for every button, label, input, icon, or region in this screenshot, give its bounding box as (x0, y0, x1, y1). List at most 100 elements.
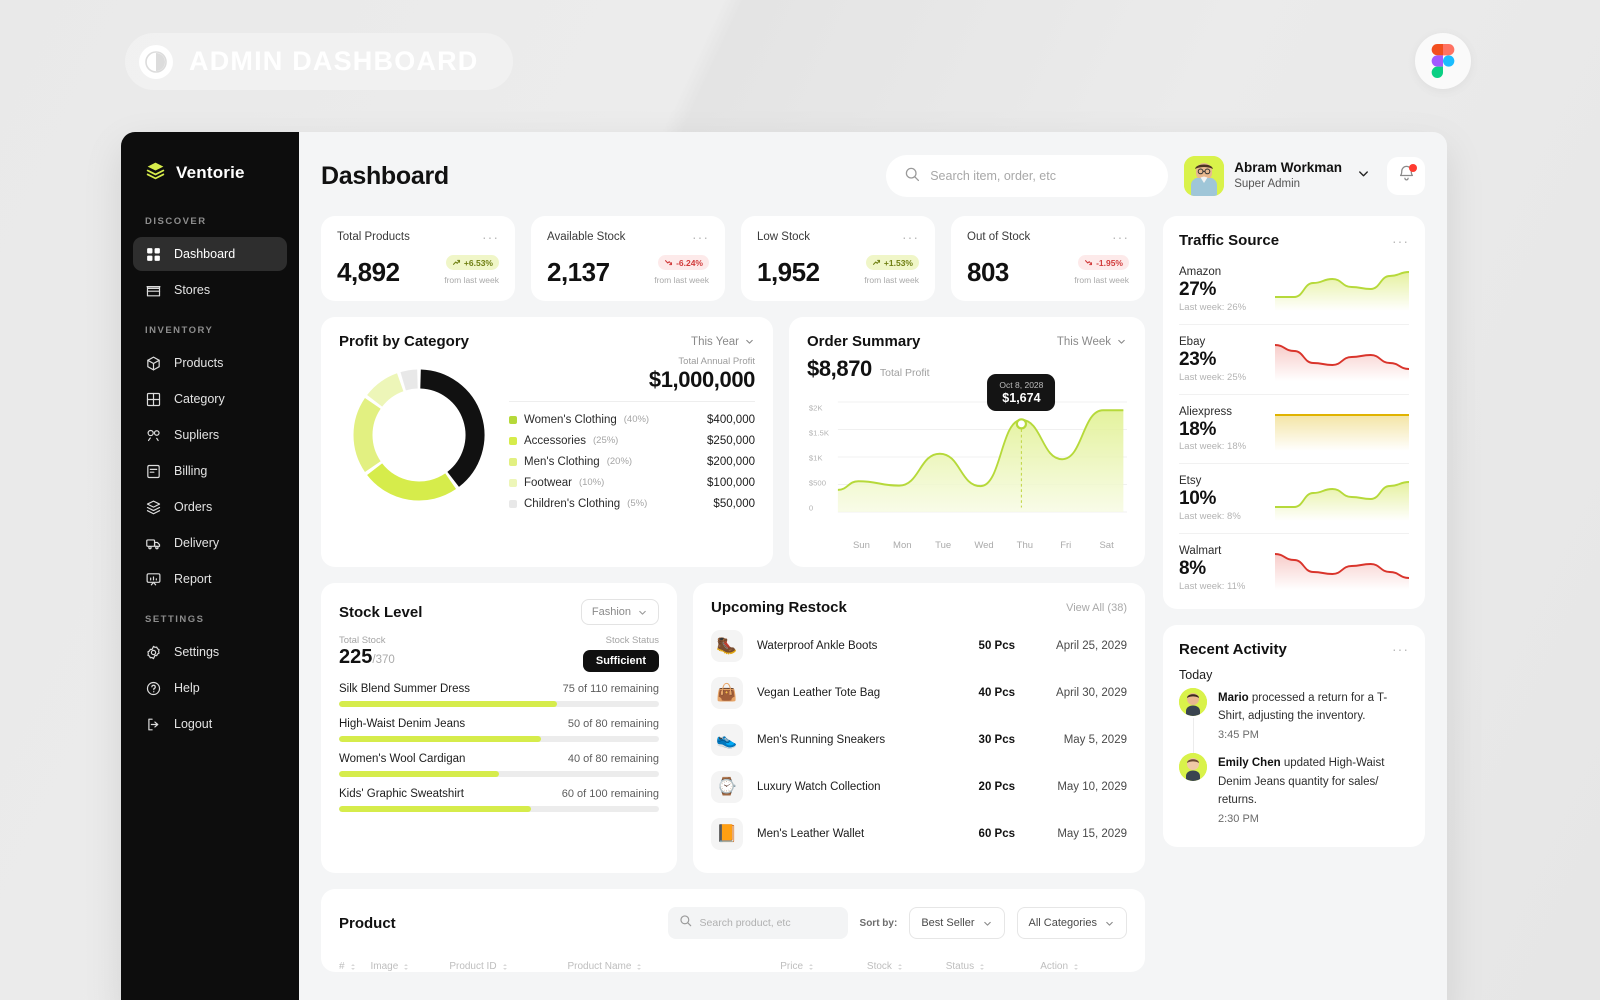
sidebar-item-label: Delivery (174, 536, 220, 550)
layers-icon (145, 499, 162, 516)
stat-more-button[interactable]: ··· (902, 230, 919, 244)
view-all-link[interactable]: View All (38) (1066, 602, 1127, 614)
sidebar-item-logout[interactable]: Logout (133, 707, 287, 741)
grid-icon (145, 246, 162, 263)
traffic-percent: 18% (1179, 418, 1217, 440)
total-stock-value: 225 (339, 646, 373, 668)
category-select[interactable]: All Categories (1016, 907, 1127, 939)
sidebar-item-settings[interactable]: Settings (133, 635, 287, 669)
search-icon (679, 914, 692, 932)
notifications-button[interactable] (1387, 157, 1425, 195)
chevron-down-icon[interactable] (1356, 166, 1371, 186)
list-item[interactable]: 👟 Men's Running Sneakers 30 Pcs May 5, 2029 (711, 716, 1127, 763)
search-input[interactable] (930, 169, 1151, 183)
order-range-selector[interactable]: This Week (1057, 336, 1127, 348)
sidebar-item-help[interactable]: Help (133, 671, 287, 705)
product-card: Product Sort by: Best Seller (321, 889, 1145, 972)
stock-category-filter[interactable]: Fashion (580, 599, 659, 625)
main-content: Dashboard Search item, order, etc Abram … (299, 132, 1447, 1000)
restock-date: April 25, 2029 (1056, 639, 1127, 652)
x-tick-label: Wed (974, 540, 994, 551)
stat-more-button[interactable]: ··· (1112, 230, 1129, 244)
legend-swatch (509, 499, 517, 508)
legend-percent: (40%) (623, 414, 650, 425)
stock-progress-bar (339, 736, 659, 742)
stat-value: 1,952 (757, 257, 820, 287)
list-item[interactable]: 🥾 Waterproof Ankle Boots 50 Pcs April 25, 2… (711, 622, 1127, 669)
sidebar-item-label: Report (174, 572, 212, 586)
card-title: Product (339, 914, 396, 932)
stat-card: Out of Stock ··· 803 -1.95% from last week (951, 216, 1145, 301)
column-header[interactable]: Image (371, 961, 450, 972)
stat-more-button[interactable]: ··· (482, 230, 499, 244)
stat-more-button[interactable]: ··· (692, 230, 709, 244)
global-search[interactable] (886, 155, 1169, 197)
restock-product-name: Vegan Leather Tote Bag (757, 686, 881, 699)
user-menu[interactable]: Abram Workman Super Admin (1184, 156, 1371, 196)
user-name: Abram Workman (1234, 160, 1342, 176)
legend-percent: (20%) (606, 456, 633, 467)
product-search-input[interactable] (699, 917, 837, 929)
total-stock-label: Total Stock (339, 635, 386, 646)
stat-delta-note: from last week (864, 275, 919, 285)
activity-more-button[interactable]: ··· (1392, 642, 1409, 656)
traffic-last-week: Last week: 11% (1179, 580, 1246, 592)
sidebar-item-category[interactable]: Category (133, 382, 287, 416)
sidebar-item-label: Dashboard (174, 247, 236, 261)
sort-by-select[interactable]: Best Seller (909, 907, 1005, 939)
stock-item-name: Women's Wool Cardigan (339, 753, 466, 765)
stat-card: Available Stock ··· 2,137 -6.24% from last w… (531, 216, 725, 301)
column-header[interactable]: Stock (867, 961, 946, 972)
chevron-down-icon (1106, 921, 1113, 926)
donut-segment (367, 463, 456, 501)
legend-amount: $50,000 (713, 497, 755, 510)
sidebar-item-supliers[interactable]: Supliers (133, 418, 287, 452)
sidebar-item-label: Billing (174, 464, 208, 478)
list-item[interactable]: 👜 Vegan Leather Tote Bag 40 Pcs April 30, 2… (711, 669, 1127, 716)
column-header[interactable]: Status (946, 961, 1041, 972)
list-item[interactable]: ⌚ Luxury Watch Collection 20 Pcs May 10, 20… (711, 763, 1127, 810)
legend-swatch (509, 415, 517, 424)
list-item[interactable]: 📙 Men's Leather Wallet 60 Pcs May 15, 2029 (711, 810, 1127, 857)
traffic-sparkline (1274, 337, 1410, 382)
svg-text:$500: $500 (809, 479, 826, 488)
column-header[interactable]: Price (780, 961, 867, 972)
column-header[interactable]: Product Name (568, 961, 781, 972)
total-stock-max: /370 (372, 654, 395, 666)
profit-range-selector[interactable]: This Year (691, 336, 755, 348)
traffic-last-week: Last week: 26% (1179, 301, 1247, 313)
figma-logo-icon (1415, 33, 1471, 89)
order-summary-card: Order Summary This Week $8,870 Total Pro… (789, 317, 1145, 567)
column-header[interactable]: # (339, 961, 371, 972)
sidebar-item-stores[interactable]: Stores (133, 273, 287, 307)
profit-donut-chart (339, 359, 499, 511)
traffic-percent: 10% (1179, 488, 1217, 510)
x-tick-label: Thu (1016, 540, 1034, 551)
order-x-axis: Sun Mon Tue Wed Thu Fri Sat (841, 540, 1127, 551)
sidebar-item-report[interactable]: Report (133, 562, 287, 596)
activity-list: Mario processed a return for a T-Shirt, … (1179, 687, 1409, 837)
stock-progress-bar (339, 806, 659, 812)
sidebar-item-label: Stores (174, 283, 211, 297)
stock-item-remaining: 60 of 100 remaining (561, 788, 659, 800)
sidebar-item-dashboard[interactable]: Dashboard (133, 237, 287, 271)
sidebar-item-delivery[interactable]: Delivery (133, 526, 287, 560)
column-header[interactable]: Product ID (449, 961, 567, 972)
sidebar-item-orders[interactable]: Orders (133, 490, 287, 524)
activity-group-label: Today (1179, 667, 1213, 682)
traffic-row: Aliexpress 18% Last week: 18% (1179, 395, 1409, 465)
product-search[interactable] (667, 907, 848, 939)
topbar: Dashboard Search item, order, etc Abram … (321, 152, 1425, 200)
boot-icon: 🥾 (711, 629, 743, 662)
card-title: Recent Activity (1179, 640, 1287, 658)
bag-icon: 👜 (711, 676, 743, 709)
brand[interactable]: Ventorie (121, 160, 299, 186)
stock-item: Women's Wool Cardigan 40 of 80 remaining (339, 753, 659, 777)
sidebar-item-products[interactable]: Products (133, 346, 287, 380)
profit-by-category-card: Profit by Category This Year Total Annua… (321, 317, 773, 567)
traffic-list: Amazon 27% Last week: 26% Ebay 23% Last week:… (1179, 255, 1410, 603)
column-header[interactable]: Action (1040, 961, 1127, 972)
traffic-more-button[interactable]: ··· (1392, 234, 1409, 248)
sidebar-item-billing[interactable]: Billing (133, 454, 287, 488)
tooltip-date: Oct 8, 2028 (999, 379, 1044, 390)
